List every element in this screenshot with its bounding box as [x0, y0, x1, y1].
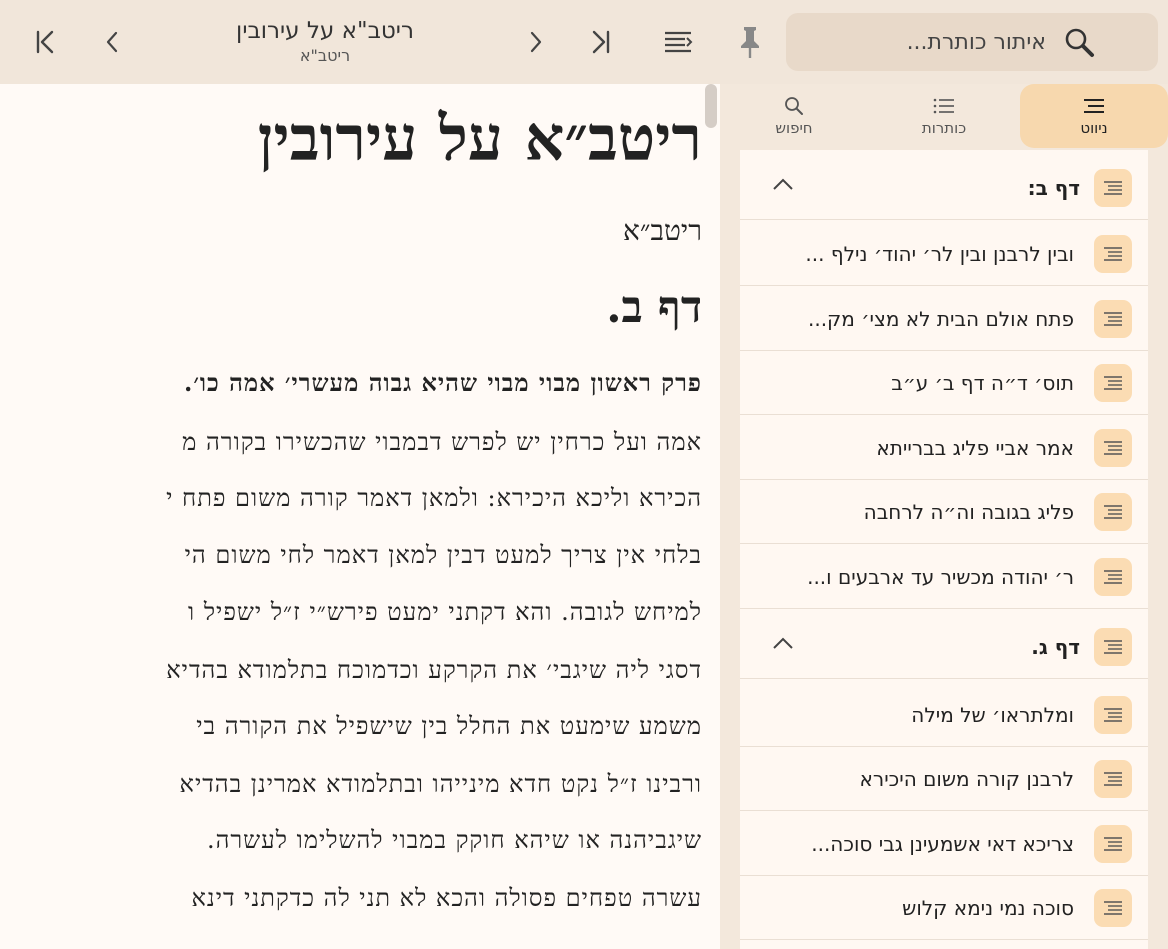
- chevron-left-icon: [104, 30, 120, 54]
- chevron-up-icon[interactable]: [772, 176, 794, 195]
- toc-item[interactable]: סוכה נמי נימא קלוש: [740, 876, 1148, 940]
- toc-item-label: צריכא דאי אשמעינן גבי סוכה...: [811, 831, 1074, 856]
- toc-item-label: פתח אולם הבית לא מצי׳ מק...: [807, 306, 1074, 331]
- tab-search[interactable]: חיפוש: [720, 84, 868, 148]
- toc-item-label: סוכה נמי נימא קלוש: [902, 895, 1074, 920]
- panel-tabs: ניווט כותרות חיפוש: [720, 84, 1168, 150]
- first-page-button[interactable]: [580, 22, 620, 62]
- list-icon: [1094, 168, 1132, 207]
- list-icon: [1094, 234, 1132, 273]
- search-icon[interactable]: [1062, 25, 1096, 59]
- text-line: בלחי אין צריך למעט דבין למאן דאמר לחי מש…: [184, 541, 702, 569]
- last-page-button[interactable]: [26, 22, 66, 62]
- toc-item[interactable]: פתח אולם הבית לא מצי׳ מק...: [740, 287, 1148, 351]
- tab-headings[interactable]: כותרות: [870, 84, 1018, 148]
- pin-icon: [737, 24, 763, 60]
- reader-pane: ריטב״א על עירובין ריטב״א דף ב. פרק ראשון…: [0, 84, 720, 949]
- text-line: משמע שימעט את החלל בין שישפיל את הקורה ב…: [196, 712, 702, 740]
- next-button[interactable]: [92, 22, 132, 62]
- text-line: שיגביהנה או שיהא חוקק במבוי להשלימו לעשר…: [206, 826, 702, 854]
- document-subtitle: ריטב"א: [299, 46, 351, 65]
- author-label: ריטב״א: [623, 214, 702, 247]
- tab-navigation[interactable]: ניווט: [1020, 84, 1168, 148]
- list-icon: [1094, 695, 1132, 734]
- top-bar: ריטב"א על עירובין ריטב"א: [0, 0, 1168, 84]
- toc-item[interactable]: לרבנן קורה משום היכירא: [740, 747, 1148, 811]
- toc-item[interactable]: ומלתראו׳ של מילה: [740, 683, 1148, 747]
- toc-item-label: אמר אביי פליג בברייתא: [876, 435, 1074, 460]
- chevron-right-icon: [528, 30, 544, 54]
- book-title: ריטב״א על עירובין: [257, 102, 702, 175]
- daf-heading: דף ב.: [606, 282, 702, 333]
- list-icon: [1094, 299, 1132, 338]
- toc-section-daf-2b[interactable]: דף ב:: [740, 156, 1148, 220]
- toc-item-label: ומלתראו׳ של מילה: [911, 702, 1074, 727]
- reader-scrollbar[interactable]: [705, 84, 717, 128]
- toc-section-daf-3a[interactable]: דף ג.: [740, 615, 1148, 679]
- list-icon: [1094, 824, 1132, 863]
- toc-item[interactable]: תוס׳ ד״ה דף ב׳ ע״ב: [740, 351, 1148, 415]
- toc-item[interactable]: ר׳ יהודה מכשיר עד ארבעים ו...: [740, 545, 1148, 609]
- text-line: ורבינו ז״ל נקט חדא מינייהו ובתלמודא אמרי…: [179, 770, 702, 798]
- toc-item[interactable]: ובין לרבנן ובין לר׳ יהוד׳ נילף ...: [740, 222, 1148, 286]
- navigation-panel: ניווט כותרות חיפוש דף ב: ובין לרבנן ובין…: [720, 84, 1168, 949]
- previous-button[interactable]: [516, 22, 556, 62]
- title-search-box[interactable]: [786, 13, 1158, 71]
- toc-section-label: דף ג.: [1031, 634, 1080, 659]
- pin-button[interactable]: [730, 22, 770, 62]
- toc-item[interactable]: פליג בגובה וה״ה לרחבה: [740, 480, 1148, 544]
- text-line: עשרה טפחים פסולה והכא לא תני לה כדקתני ד…: [191, 884, 702, 912]
- text-line: הכירא וליכא היכירא: ולמאן דאמר קורה משום…: [166, 484, 702, 512]
- tab-headings-label: כותרות: [921, 119, 967, 137]
- toc-item-label: לרבנן קורה משום היכירא: [859, 766, 1074, 791]
- list-icon: [1094, 627, 1132, 666]
- list-icon: [1094, 363, 1132, 402]
- tab-navigation-label: ניווט: [1080, 119, 1108, 137]
- text-line: דסגי ליה שיגבי׳ את הקרקע וכדמוכח בתלמודא…: [166, 656, 702, 684]
- search-icon: [784, 95, 804, 117]
- list-icon: [1094, 557, 1132, 596]
- text-line: למיחש לגובה. והא דקתני ימעט פירש״י ז״ל י…: [188, 598, 702, 626]
- menu-icon: [1083, 95, 1105, 117]
- toc-item[interactable]: צריכא דאי אשמעינן גבי סוכה...: [740, 812, 1148, 876]
- toc-item-label: פליג בגובה וה״ה לרחבה: [863, 499, 1074, 524]
- toc-icon: [663, 30, 693, 54]
- document-title: ריטב"א על עירובין: [236, 18, 414, 44]
- toc-section-label: דף ב:: [1027, 175, 1080, 200]
- document-title-block: ריטב"א על עירובין ריטב"א: [200, 16, 450, 66]
- title-search-input[interactable]: [786, 29, 1046, 55]
- toc-item-label: תוס׳ ד״ה דף ב׳ ע״ב: [891, 370, 1074, 395]
- list-icon: [1094, 888, 1132, 927]
- list-icon: [933, 95, 955, 117]
- toc-item-label: ר׳ יהודה מכשיר עד ארבעים ו...: [807, 564, 1074, 589]
- text-line: אמה ועל כרחין יש לפרש דבמבוי שהכשירו בקו…: [182, 428, 702, 456]
- list-icon: [1094, 428, 1132, 467]
- text-line: פרק ראשון מבוי מבוי שהיא גבוה מעשרי׳ אמה…: [183, 368, 702, 397]
- skip-start-icon: [588, 29, 612, 55]
- tab-search-label: חיפוש: [775, 119, 813, 137]
- list-icon: [1094, 759, 1132, 798]
- toc-item[interactable]: אמר אביי פליג בברייתא: [740, 416, 1148, 480]
- toc-toggle-button[interactable]: [658, 22, 698, 62]
- chevron-up-icon[interactable]: [772, 635, 794, 654]
- toc-item-label: ובין לרבנן ובין לר׳ יהוד׳ נילף ...: [805, 241, 1074, 266]
- list-icon: [1094, 492, 1132, 531]
- toc-list: דף ב: ובין לרבנן ובין לר׳ יהוד׳ נילף ...…: [740, 150, 1148, 949]
- skip-end-icon: [34, 29, 58, 55]
